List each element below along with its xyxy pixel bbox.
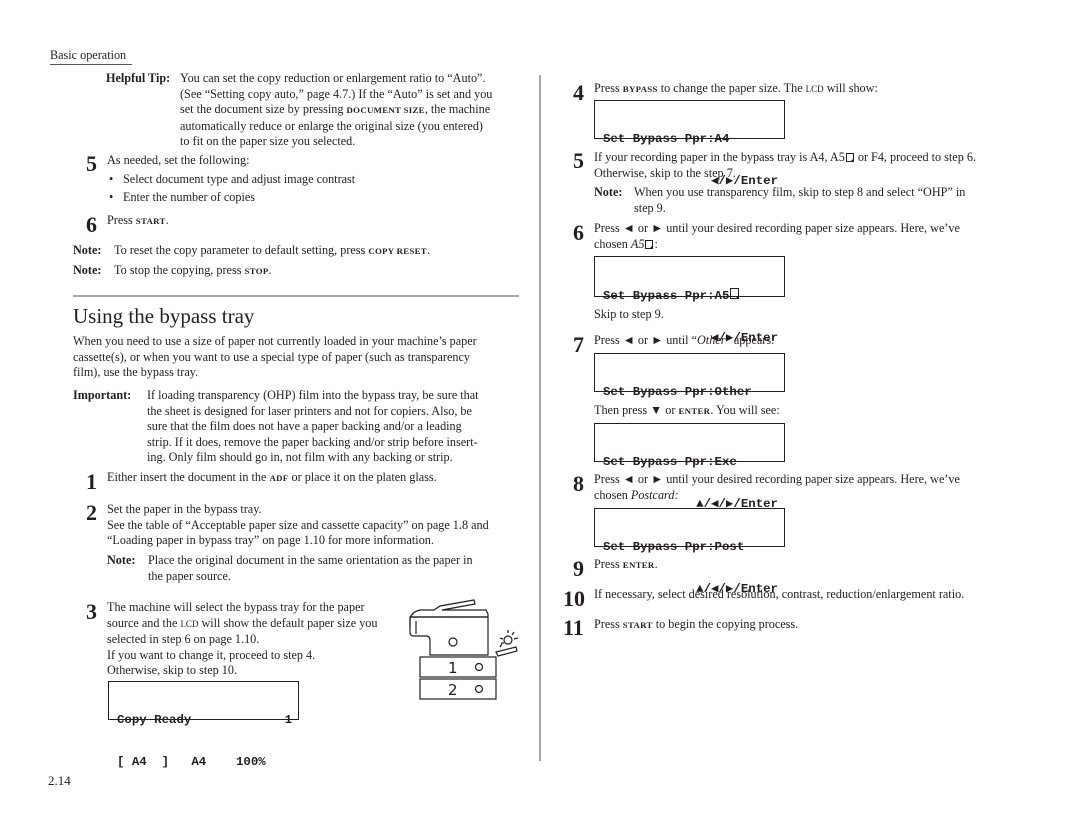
helpful-tip-line: (See “Setting copy auto,” page 4.7.) If … bbox=[180, 86, 493, 101]
step-4-text: Press BYPASS to change the paper size. T… bbox=[594, 81, 878, 95]
adf-lid bbox=[409, 599, 489, 628]
step-7-text: Press ◄ or ► until “Other” appears. bbox=[594, 333, 775, 347]
helpful-tip-line: automatically reduce or enlarge the orig… bbox=[180, 118, 483, 133]
column-divider bbox=[539, 75, 541, 761]
then-press-text: Then press ▼ or ENTER. You will see: bbox=[594, 403, 780, 417]
key-bypass: BYPASS bbox=[622, 84, 658, 94]
tray-2-label: 2 bbox=[448, 681, 458, 699]
key-document-size: DOCUMENT SIZE bbox=[346, 105, 425, 115]
key-copy-reset: COPY RESET bbox=[368, 246, 427, 256]
step-6-right-text: Press ◄ or ► until your desired recordin… bbox=[594, 221, 960, 251]
key-stop: STOP bbox=[244, 266, 269, 276]
tray-1-label: 1 bbox=[448, 659, 458, 677]
step-5-text: As needed, set the following: • Select do… bbox=[107, 153, 356, 204]
lcd-display-bypass-other: Set Bypass Ppr:Other ▼/◀/▶/Enter bbox=[594, 353, 785, 441]
step-number: 5 bbox=[573, 148, 584, 173]
lcd-display-bypass-exe: Set Bypass Ppr:Exe ▲/◀/▶/Enter bbox=[594, 423, 785, 511]
step-number: 8 bbox=[573, 471, 584, 496]
helpful-tip-label: Helpful Tip: bbox=[106, 71, 171, 85]
copier-illustration: 1 2 bbox=[409, 599, 519, 700]
key-enter: ENTER bbox=[622, 560, 655, 570]
helpful-tip-line: set the document size by pressing DOCUME… bbox=[180, 102, 491, 116]
key-adf: ADF bbox=[269, 473, 289, 483]
key-start: START bbox=[135, 216, 166, 226]
bypass-step-1-text: Either insert the document in the ADF or… bbox=[107, 470, 437, 484]
step-10-text: If necessary, select desired resolution,… bbox=[594, 587, 965, 601]
skip-to-step-9: Skip to step 9. bbox=[594, 307, 664, 321]
step-number: 1 bbox=[86, 469, 97, 494]
helpful-tip-line: to fit on the paper size you selected. bbox=[180, 134, 356, 148]
lcd-display-bypass-a5: Set Bypass Ppr:A5 ◀/▶/Enter bbox=[594, 256, 785, 345]
step-11-text: Press START to begin the copying process… bbox=[594, 617, 799, 631]
step-number: 5 bbox=[86, 151, 97, 176]
step-6-text: Press START. bbox=[107, 213, 169, 227]
bullet-icon: • bbox=[109, 171, 114, 186]
section-intro: When you need to use a size of paper not… bbox=[73, 334, 477, 379]
key-lcd: LCD bbox=[805, 84, 824, 94]
bullet-item: • Enter the number of copies bbox=[109, 190, 255, 204]
important-label: Important: bbox=[73, 388, 132, 402]
key-start: START bbox=[622, 620, 653, 630]
step-number: 4 bbox=[573, 80, 584, 105]
step-9-text: Press ENTER. bbox=[594, 557, 658, 571]
tray-2 bbox=[419, 678, 497, 700]
bypass-step-3-text: The machine will select the bypass tray … bbox=[107, 600, 378, 677]
lcd-display-bypass-post: Set Bypass Ppr:Post ▲/◀/▶/Enter bbox=[594, 508, 785, 596]
bypass-step-2-text: Set the paper in the bypass tray. See th… bbox=[107, 502, 489, 547]
step-number: 9 bbox=[573, 556, 584, 581]
key-lcd: LCD bbox=[180, 618, 199, 629]
step-number: 2 bbox=[86, 500, 97, 525]
helpful-tip-line: You can set the copy reduction or enlarg… bbox=[180, 71, 486, 85]
step-number: 7 bbox=[573, 332, 584, 357]
note-stop: Note: To stop the copying, press STOP. bbox=[73, 263, 272, 277]
section-title: Using the bypass tray bbox=[73, 304, 255, 328]
paper-orientation-icon bbox=[730, 288, 740, 299]
key-enter: ENTER bbox=[678, 406, 711, 416]
lcd-display-bypass-a4: Set Bypass Ppr:A4 ◀/▶/Enter bbox=[594, 100, 785, 188]
step-number: 3 bbox=[86, 599, 97, 624]
step-8-text: Press ◄ or ► until your desired recordin… bbox=[594, 472, 960, 502]
bullet-icon: • bbox=[109, 190, 114, 204]
tray-1 bbox=[419, 656, 497, 678]
note-reset: Note: To reset the copy parameter to defa… bbox=[73, 243, 431, 257]
copier-body bbox=[409, 616, 489, 656]
page-number: 2.14 bbox=[48, 773, 71, 788]
paper-orientation-icon bbox=[645, 239, 654, 249]
section-header-label: Basic operation bbox=[50, 48, 127, 62]
step-number: 11 bbox=[563, 615, 584, 640]
bypass-light-icon bbox=[503, 635, 513, 645]
step-number: 10 bbox=[563, 586, 585, 611]
section-header: Basic operation bbox=[50, 48, 126, 64]
lcd-display-copy-ready: Copy Ready 1 [ A4 ] A4 100% bbox=[108, 681, 299, 769]
header-underline bbox=[50, 64, 132, 65]
step-number: 6 bbox=[573, 220, 584, 245]
step-5-right-text: If your recording paper in the bypass tr… bbox=[594, 150, 976, 180]
indicator-circle bbox=[448, 637, 458, 647]
section-divider bbox=[73, 295, 519, 297]
bullet-item: • Select document type and adjust image c… bbox=[109, 171, 356, 186]
step-number: 6 bbox=[86, 212, 97, 237]
paper-orientation-icon bbox=[845, 153, 854, 162]
